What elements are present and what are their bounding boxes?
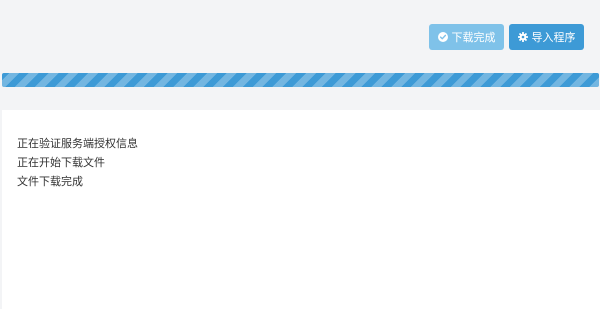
download-progress-bar bbox=[2, 73, 599, 87]
gear-icon bbox=[517, 32, 528, 42]
log-lines: 正在验证服务端授权信息 正在开始下载文件 文件下载完成 bbox=[17, 134, 138, 191]
check-circle-icon bbox=[437, 32, 448, 42]
page: 下载完成 导入程序 正在验证服务端授权信息 正在开始下载文件 文件下载完成 bbox=[0, 0, 600, 309]
download-complete-label: 下载完成 bbox=[451, 31, 496, 44]
download-complete-button[interactable]: 下载完成 bbox=[429, 24, 504, 50]
log-line: 正在开始下载文件 bbox=[17, 156, 105, 169]
import-program-button[interactable]: 导入程序 bbox=[509, 24, 584, 50]
log-line: 正在验证服务端授权信息 bbox=[17, 137, 138, 150]
import-program-label: 导入程序 bbox=[531, 31, 576, 44]
toolbar: 下载完成 导入程序 bbox=[429, 24, 584, 50]
log-line: 文件下载完成 bbox=[17, 175, 83, 188]
log-panel: 正在验证服务端授权信息 正在开始下载文件 文件下载完成 bbox=[2, 110, 600, 309]
